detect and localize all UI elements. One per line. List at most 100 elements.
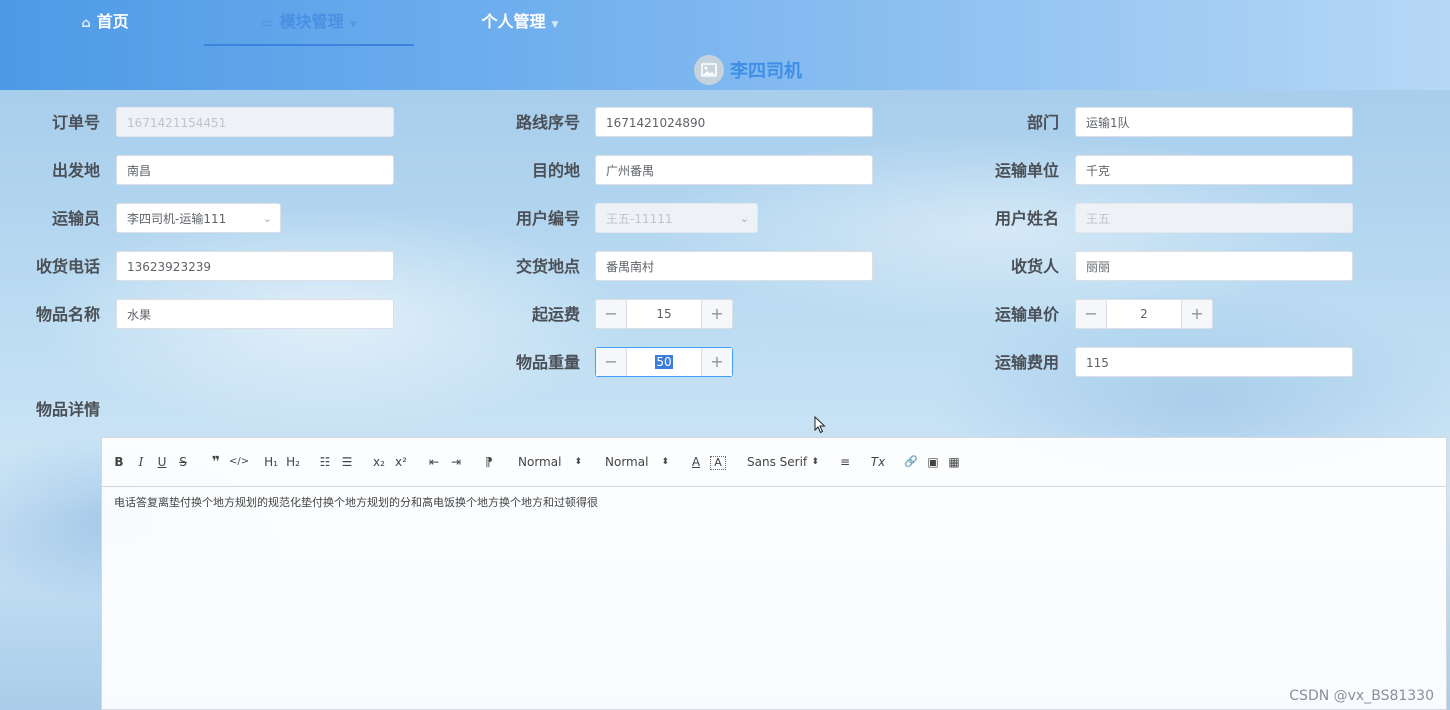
transporter-label: 运输员 — [51, 209, 100, 228]
nav-item-module-management[interactable]: ▭ 模块管理 ▼ — [204, 0, 414, 46]
base-fee-stepper[interactable]: − 15 + — [595, 299, 733, 329]
weight-label: 物品重量 — [515, 353, 580, 372]
base-fee-decrement-button[interactable]: − — [596, 300, 627, 328]
goods-name-label: 物品名称 — [35, 305, 100, 324]
department-input[interactable]: 运输1队 — [1075, 107, 1353, 137]
base-fee-value[interactable]: 15 — [627, 300, 701, 328]
text-direction-button[interactable]: ⁋ — [481, 452, 497, 472]
underline-button[interactable]: U — [155, 452, 169, 472]
route-no-label: 路线序号 — [515, 113, 580, 132]
department-label: 部门 — [1026, 113, 1059, 132]
form-row-1: 订单号 1671421154451 路线序号 1671421024890 部门 … — [0, 107, 1450, 139]
base-fee-increment-button[interactable]: + — [701, 300, 732, 328]
subscript-button[interactable]: x₂ — [371, 452, 387, 472]
receiver-label: 收货人 — [1010, 257, 1059, 276]
base-fee-label: 起运费 — [531, 305, 580, 324]
transporter-select-value: 李四司机-运输111 — [127, 212, 227, 226]
indent-button[interactable]: ⇥ — [449, 452, 463, 472]
chevron-up-down-icon: ⬍ — [811, 457, 819, 467]
size-picker[interactable]: Normal ⬍ — [518, 452, 582, 472]
monitor-icon: ▭ — [261, 16, 274, 31]
ordered-list-button[interactable]: ☷ — [318, 452, 332, 472]
goods-name-input[interactable]: 水果 — [116, 299, 394, 329]
receiver-input[interactable]: 丽丽 — [1075, 251, 1353, 281]
code-block-button[interactable]: </> — [229, 452, 249, 472]
user-name-input[interactable]: 王五 — [1075, 203, 1353, 233]
header-1-button[interactable]: H₁ — [262, 452, 280, 472]
route-no-input[interactable]: 1671421024890 — [595, 107, 873, 137]
details-label: 物品详情 — [35, 400, 100, 419]
watermark: CSDN @vx_BS81330 — [1289, 688, 1434, 704]
header-picker[interactable]: Normal ⬍ — [605, 452, 669, 472]
user-name: 李四司机 — [730, 61, 802, 82]
weight-value[interactable]: 50 — [627, 348, 701, 376]
picture-icon — [701, 63, 717, 77]
unit-price-stepper[interactable]: − 2 + — [1075, 299, 1213, 329]
unit-price-value[interactable]: 2 — [1107, 300, 1181, 328]
font-picker-label: Sans Serif — [747, 455, 808, 469]
align-button[interactable]: ≡ — [838, 452, 852, 472]
delivery-place-input[interactable]: 番禺南村 — [595, 251, 873, 281]
weight-increment-button[interactable]: + — [701, 348, 732, 376]
chevron-up-down-icon: ⬍ — [574, 457, 582, 467]
home-icon: ⌂ — [81, 16, 91, 31]
transporter-select[interactable]: 李四司机-运输111 ⌄ — [116, 203, 281, 233]
weight-decrement-button[interactable]: − — [596, 348, 627, 376]
destination-label: 目的地 — [531, 161, 580, 180]
superscript-button[interactable]: x² — [393, 452, 409, 472]
link-button[interactable]: 🔗 — [904, 452, 918, 472]
delivery-place-label: 交货地点 — [515, 257, 580, 276]
avatar — [694, 55, 724, 85]
form-row-3: 运输员 李四司机-运输111 ⌄ 用户编号 王五-11111 ⌄ 用户姓名 王五 — [0, 203, 1450, 235]
user-no-select-value: 王五-11111 — [606, 212, 673, 226]
weight-value-selected: 50 — [655, 355, 673, 369]
transport-unit-label: 运输单位 — [994, 161, 1059, 180]
destination-input[interactable]: 广州番禺 — [595, 155, 873, 185]
clean-format-button[interactable]: Tx — [870, 452, 886, 472]
receiver-phone-input[interactable]: 13623923239 — [116, 251, 394, 281]
blockquote-button[interactable]: ❞ — [208, 452, 224, 472]
chevron-down-icon: ▼ — [349, 20, 357, 30]
video-button[interactable]: ▦ — [947, 452, 961, 472]
origin-input[interactable]: 南昌 — [116, 155, 394, 185]
editor-content[interactable]: 电话答复离垫付换个地方规划的规范化垫付换个地方规划的分和高电饭换个地方换个地方和… — [114, 494, 598, 510]
font-picker[interactable]: Sans Serif ⬍ — [747, 452, 819, 472]
unit-price-increment-button[interactable]: + — [1181, 300, 1212, 328]
weight-stepper[interactable]: − 50 + — [595, 347, 733, 377]
user-menu[interactable]: 李四司机 — [694, 55, 802, 85]
form-row-2: 出发地 南昌 目的地 广州番禺 运输单位 千克 — [0, 155, 1450, 187]
image-button[interactable]: ▣ — [926, 452, 940, 472]
unit-price-decrement-button[interactable]: − — [1076, 300, 1107, 328]
rich-text-editor: B I U S ❞ </> H₁ H₂ ☷ ☰ x₂ x² ⇤ ⇥ ⁋ Norm… — [101, 437, 1447, 710]
nav-item-personal-management[interactable]: 个人管理 ▼ — [455, 0, 585, 44]
text-color-button[interactable]: A — [689, 452, 703, 472]
header-2-button[interactable]: H₂ — [284, 452, 302, 472]
chevron-down-icon: ▼ — [551, 20, 559, 30]
chevron-up-down-icon: ⬍ — [661, 457, 669, 467]
order-no-input[interactable]: 1671421154451 — [116, 107, 394, 137]
outdent-button[interactable]: ⇤ — [427, 452, 441, 472]
size-picker-label: Normal — [518, 455, 562, 469]
transport-fee-label: 运输费用 — [994, 353, 1059, 372]
origin-label: 出发地 — [51, 161, 100, 180]
receiver-phone-label: 收货电话 — [35, 257, 100, 276]
nav-item-module-management-label: 模块管理 — [279, 12, 344, 31]
top-nav: ⌂ 首页 ▭ 模块管理 ▼ 个人管理 ▼ — [0, 0, 1450, 46]
bold-button[interactable]: B — [112, 452, 126, 472]
strike-button[interactable]: S — [176, 452, 190, 472]
transport-fee-input[interactable]: 115 — [1075, 347, 1353, 377]
bullet-list-button[interactable]: ☰ — [340, 452, 354, 472]
nav-item-home[interactable]: ⌂ 首页 — [50, 0, 160, 44]
italic-button[interactable]: I — [134, 452, 148, 472]
transport-unit-input[interactable]: 千克 — [1075, 155, 1353, 185]
nav-item-home-label: 首页 — [96, 12, 129, 31]
editor-toolbar: B I U S ❞ </> H₁ H₂ ☷ ☰ x₂ x² ⇤ ⇥ ⁋ Norm… — [102, 438, 1446, 487]
mouse-cursor-icon — [814, 416, 826, 434]
chevron-down-icon: ⌄ — [739, 212, 749, 225]
unit-price-label: 运输单价 — [994, 305, 1059, 324]
user-no-select[interactable]: 王五-11111 ⌄ — [595, 203, 758, 233]
background-color-button[interactable]: A — [710, 456, 726, 470]
form-row-6: 物品重量 − 50 + 运输费用 115 — [0, 347, 1450, 379]
order-no-label: 订单号 — [51, 113, 100, 132]
nav-item-personal-management-label: 个人管理 — [481, 12, 546, 31]
